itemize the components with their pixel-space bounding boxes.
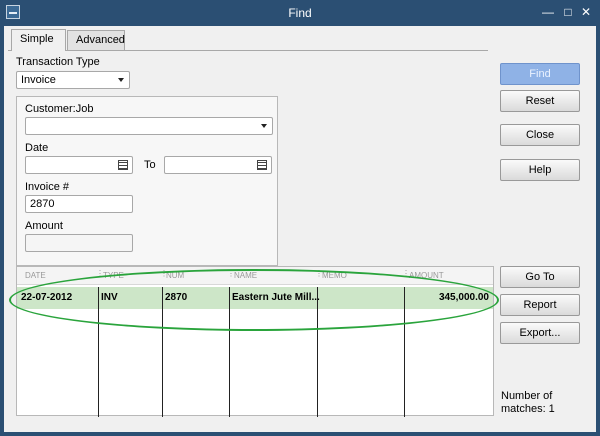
maximize-icon[interactable]: □	[560, 4, 576, 20]
minimize-icon[interactable]: —	[540, 4, 556, 20]
reset-button[interactable]: Reset	[500, 90, 580, 112]
column-header-name[interactable]: NAME	[234, 271, 257, 280]
transaction-type-label: Transaction Type	[16, 56, 100, 68]
date-from-field[interactable]	[25, 156, 133, 174]
column-divider	[98, 287, 99, 417]
calendar-icon[interactable]	[257, 160, 267, 170]
match-count-label: Number of	[501, 390, 553, 402]
filter-panel: Customer:Job Date To Invoice # 2870 Amou…	[16, 96, 278, 266]
amount-label: Amount	[25, 220, 63, 232]
column-header-memo[interactable]: MEMO	[322, 271, 347, 280]
tab-divider	[8, 50, 488, 51]
customer-job-select[interactable]	[25, 117, 273, 135]
amount-field[interactable]	[25, 234, 133, 252]
cell-type: INV	[101, 292, 118, 303]
cell-amount: 345,000.00	[438, 292, 489, 303]
invoice-number-value: 2870	[30, 198, 55, 210]
customer-job-label: Customer:Job	[25, 103, 94, 115]
tab-simple-label: Simple	[20, 33, 54, 45]
match-count-value: matches: 1	[501, 403, 555, 415]
close-button[interactable]: Close	[500, 124, 580, 146]
date-to-label: To	[144, 159, 156, 171]
table-row[interactable]: 22-07-2012 INV 2870 Eastern Jute Mill...…	[17, 287, 493, 309]
column-divider	[404, 287, 405, 417]
transaction-type-select[interactable]: Invoice	[16, 71, 130, 89]
chevron-down-icon	[118, 78, 124, 82]
cell-name: Eastern Jute Mill...	[232, 292, 320, 303]
column-header-amount[interactable]: AMOUNT	[409, 271, 444, 280]
results-header: DATE ⋮ TYPE ⋮ NUM ⋮ NAME ⋮ MEMO ⋮ AMOUNT	[17, 267, 493, 285]
tab-advanced[interactable]: Advanced	[67, 30, 125, 50]
match-count: Number of matches: 1	[501, 390, 555, 416]
invoice-number-label: Invoice #	[25, 181, 70, 193]
column-header-type[interactable]: TYPE	[103, 271, 124, 280]
dialog-body: Simple Advanced Transaction Type Invoice…	[4, 26, 596, 432]
invoice-number-field[interactable]: 2870	[25, 195, 133, 213]
cell-date: 22-07-2012	[21, 292, 73, 303]
date-to-field[interactable]	[164, 156, 272, 174]
cell-num: 2870	[165, 292, 188, 303]
results-grid: DATE ⋮ TYPE ⋮ NUM ⋮ NAME ⋮ MEMO ⋮ AMOUNT…	[9, 266, 499, 417]
go-to-button[interactable]: Go To	[500, 266, 580, 288]
export-button[interactable]: Export...	[500, 322, 580, 344]
find-window: Find — □ ✕ Simple Advanced Transaction T…	[0, 0, 600, 436]
close-icon[interactable]: ✕	[578, 4, 594, 20]
column-header-num[interactable]: NUM	[166, 271, 184, 280]
calendar-icon[interactable]	[118, 160, 128, 170]
column-divider	[317, 287, 318, 417]
title-bar[interactable]: Find — □ ✕	[0, 0, 600, 26]
column-header-date[interactable]: DATE	[25, 271, 46, 280]
window-title: Find	[288, 6, 312, 20]
tab-simple[interactable]: Simple	[11, 29, 66, 51]
help-button[interactable]: Help	[500, 159, 580, 181]
tab-advanced-label: Advanced	[76, 34, 125, 46]
transaction-type-value: Invoice	[21, 74, 56, 86]
column-divider	[162, 287, 163, 417]
report-button[interactable]: Report	[500, 294, 580, 316]
column-divider	[229, 287, 230, 417]
find-button[interactable]: Find	[500, 63, 580, 85]
chevron-down-icon	[261, 124, 267, 128]
date-label: Date	[25, 142, 49, 154]
